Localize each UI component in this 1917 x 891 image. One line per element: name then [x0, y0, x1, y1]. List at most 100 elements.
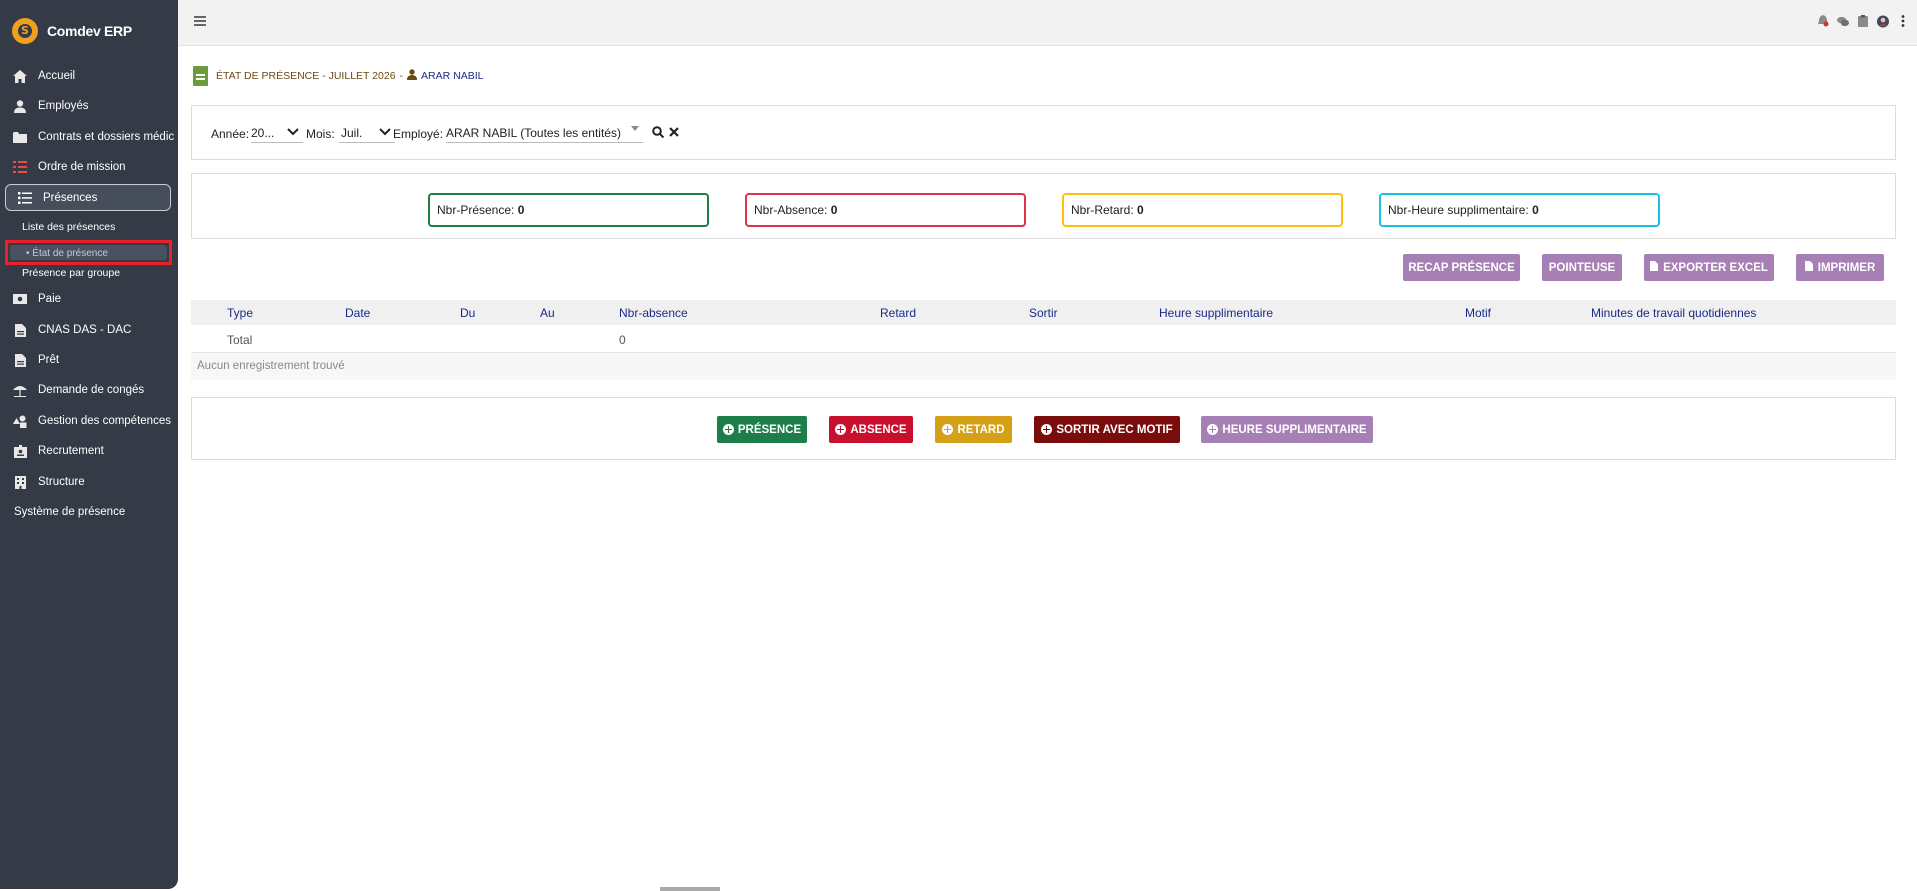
- table-empty-row: Aucun enregistrement trouvé: [191, 353, 1896, 380]
- sidebar-item-label: Accueil: [38, 70, 76, 82]
- add-sortir-button[interactable]: SORTIR AVEC MOTIF: [1034, 416, 1180, 443]
- more-vertical-icon[interactable]: [1897, 15, 1909, 27]
- sidebar-item-pret[interactable]: Prêt: [12, 350, 176, 370]
- add-presence-button[interactable]: PRÉSENCE: [717, 416, 807, 443]
- table-total-row: Total 0: [191, 325, 1896, 353]
- sidebar-item-conges[interactable]: Demande de congés: [12, 380, 176, 400]
- stat-presence: Nbr-Présence: 0: [428, 193, 709, 227]
- menu-toggle-icon[interactable]: [194, 16, 206, 26]
- sidebar-item-ordre-mission[interactable]: Ordre de mission: [12, 157, 176, 177]
- stat-heure-supp: Nbr-Heure supplimentaire: 0: [1379, 193, 1660, 227]
- column-header[interactable]: Du: [460, 306, 475, 320]
- sidebar-item-label: Système de présence: [14, 506, 126, 518]
- sidebar-item-label: Contrats et dossiers médic: [38, 131, 175, 143]
- sidebar-item-systeme-presence[interactable]: Système de présence: [14, 502, 178, 522]
- plus-circle-icon: [942, 424, 954, 435]
- add-entry-panel: PRÉSENCE ABSENCE RETARD SORTIR AVEC MOTI…: [191, 397, 1896, 460]
- pointeuse-button[interactable]: POINTEUSE: [1542, 254, 1622, 281]
- building-icon: [12, 475, 28, 489]
- month-select[interactable]: Juil.: [339, 123, 395, 143]
- brand-logo-icon: S: [12, 18, 38, 44]
- chevron-down-icon: [287, 125, 299, 139]
- chat-icon[interactable]: [1837, 15, 1849, 27]
- year-label: Année:: [211, 127, 250, 141]
- sidebar-subitem-etat-presence: • État de présence: [26, 248, 108, 259]
- sidebar-item-label: Gestion des compétences: [38, 415, 171, 427]
- sidebar-subitem-presence-groupe[interactable]: Présence par groupe: [22, 267, 120, 279]
- sidebar-item-label: Demande de congés: [38, 384, 145, 396]
- sidebar-item-employes[interactable]: Employés: [12, 96, 176, 116]
- caret-down-icon: [631, 124, 639, 133]
- total-label: Total: [227, 333, 253, 347]
- home-icon: [12, 69, 28, 83]
- notification-bell-icon[interactable]: [1817, 15, 1829, 27]
- column-header[interactable]: Date: [345, 306, 370, 320]
- document-icon: [193, 66, 208, 86]
- sidebar-item-cnas[interactable]: CNAS DAS - DAC: [12, 320, 176, 340]
- add-absence-button[interactable]: ABSENCE: [829, 416, 913, 443]
- year-select[interactable]: 20...: [251, 123, 303, 143]
- table-header: Type Date Du Au Nbr-absence Retard Sorti…: [191, 300, 1896, 325]
- employee-select[interactable]: ARAR NABIL (Toutes les entités): [446, 123, 643, 143]
- sidebar-item-label: Présences: [43, 192, 98, 204]
- sidebar-item-paie[interactable]: Paie: [12, 289, 176, 309]
- column-header[interactable]: Minutes de travail quotidiennes: [1591, 306, 1756, 320]
- task-list-icon: [12, 160, 28, 174]
- sidebar-item-accueil[interactable]: Accueil: [12, 66, 176, 86]
- sidebar-item-label: Structure: [38, 476, 85, 488]
- month-label: Mois:: [306, 127, 335, 141]
- column-header[interactable]: Sortir: [1029, 306, 1058, 320]
- money-icon: [12, 292, 28, 306]
- column-header[interactable]: Au: [540, 306, 555, 320]
- add-retard-button[interactable]: RETARD: [935, 416, 1012, 443]
- sidebar: S Comdev ERP Accueil Employés Contrats e…: [0, 0, 178, 889]
- sidebar-item-label: CNAS DAS - DAC: [38, 324, 132, 336]
- sidebar-item-structure[interactable]: Structure: [12, 472, 176, 492]
- horizontal-scrollbar[interactable]: [660, 887, 720, 891]
- month-value: Juil.: [341, 126, 363, 140]
- column-header[interactable]: Nbr-absence: [619, 306, 688, 320]
- beach-icon: [12, 383, 28, 397]
- search-icon[interactable]: [652, 126, 665, 141]
- plus-circle-icon: [1041, 424, 1053, 435]
- column-header[interactable]: Type: [227, 306, 253, 320]
- document-icon: [12, 323, 28, 337]
- topbar: [178, 0, 1917, 46]
- sidebar-item-recrutement[interactable]: Recrutement: [12, 441, 176, 461]
- clear-icon[interactable]: [669, 126, 679, 140]
- folder-icon: [12, 130, 28, 144]
- brand[interactable]: S Comdev ERP: [12, 18, 132, 44]
- stat-retard: Nbr-Retard: 0: [1062, 193, 1343, 227]
- stats-panel: Nbr-Présence: 0 Nbr-Absence: 0 Nbr-Retar…: [191, 173, 1896, 239]
- plus-circle-icon: [835, 424, 847, 435]
- sidebar-item-label: Paie: [38, 293, 62, 305]
- export-excel-button[interactable]: EXPORTER EXCEL: [1644, 254, 1774, 281]
- breadcrumb-user[interactable]: ARAR NABIL: [421, 70, 483, 82]
- plus-circle-icon: [722, 424, 734, 435]
- document-icon: [12, 353, 28, 367]
- sidebar-subitem-liste-presences[interactable]: Liste des présences: [22, 221, 115, 233]
- shapes-icon: [12, 414, 28, 428]
- column-header[interactable]: Motif: [1465, 306, 1491, 320]
- presence-table: Type Date Du Au Nbr-absence Retard Sorti…: [191, 300, 1896, 380]
- column-header[interactable]: Retard: [880, 306, 916, 320]
- add-heure-supp-button[interactable]: HEURE SUPPLIMENTAIRE: [1201, 416, 1373, 443]
- breadcrumb: ÉTAT DE PRÉSENCE - JUILLET 2026 - ARAR N…: [193, 66, 483, 86]
- clipboard-icon[interactable]: [1857, 15, 1869, 27]
- sidebar-subitem-etat-presence-highlight[interactable]: • État de présence: [5, 240, 172, 265]
- print-button[interactable]: IMPRIMER: [1796, 254, 1884, 281]
- sidebar-item-label: Employés: [38, 100, 89, 112]
- recap-presence-button[interactable]: RECAP PRÉSENCE: [1403, 254, 1520, 281]
- sidebar-item-competences[interactable]: Gestion des compétences: [12, 411, 176, 431]
- column-header[interactable]: Heure supplimentaire: [1159, 306, 1273, 320]
- breadcrumb-separator: -: [399, 70, 404, 82]
- empty-message: Aucun enregistrement trouvé: [197, 360, 345, 372]
- user-icon: [407, 69, 418, 83]
- sidebar-item-presences-label[interactable]: Présences: [17, 188, 181, 208]
- user-avatar-icon[interactable]: [1877, 15, 1889, 27]
- topbar-icons: [1817, 15, 1909, 27]
- total-nbr-absence: 0: [619, 333, 626, 347]
- employee-label: Employé:: [393, 127, 444, 141]
- sidebar-item-contrats[interactable]: Contrats et dossiers médic: [12, 127, 176, 147]
- stat-absence: Nbr-Absence: 0: [745, 193, 1026, 227]
